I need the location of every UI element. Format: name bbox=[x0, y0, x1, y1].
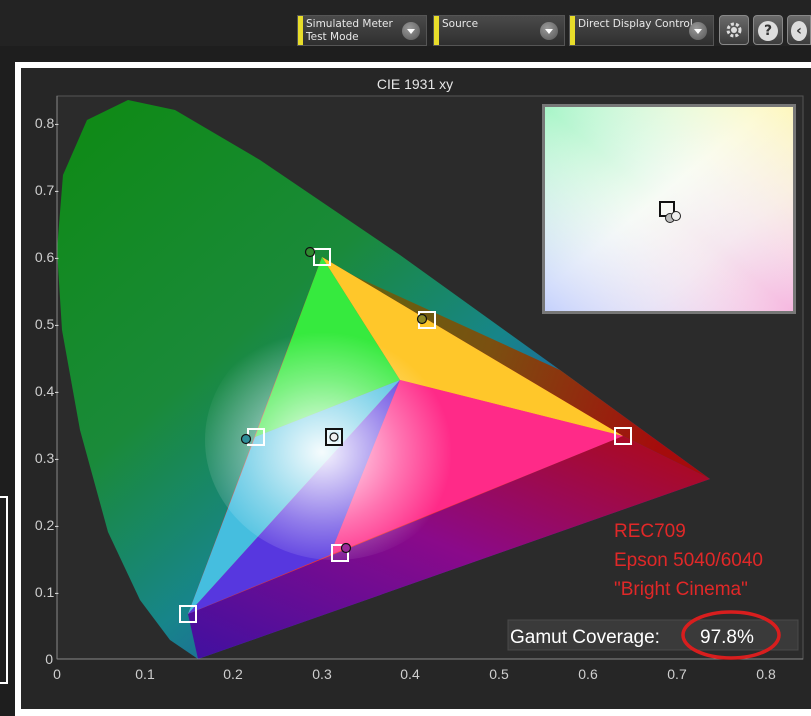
yellow-indicator bbox=[434, 16, 439, 45]
simulated-meter-dropdown[interactable]: Simulated Meter Test Mode bbox=[297, 15, 427, 46]
y-axis: 0 0.1- 0.2- 0.3- 0.4- 0.5- 0.6- 0.7- 0.8… bbox=[35, 96, 59, 667]
back-button[interactable]: ‹ bbox=[787, 15, 811, 45]
x-tick-label: 0.6 bbox=[578, 666, 598, 682]
coverage-label: Gamut Coverage: bbox=[510, 627, 660, 648]
chart-title: CIE 1931 xy bbox=[377, 76, 453, 92]
x-tick-label: 0.1 bbox=[135, 666, 155, 682]
x-axis: 0 0.1 0.2 0.3 0.4 0.5 0.6 0.7 0.8 bbox=[53, 658, 803, 682]
yellow-indicator bbox=[298, 16, 303, 45]
y-tick-label: 0 bbox=[45, 651, 53, 667]
annotation-line-1: REC709 bbox=[614, 521, 686, 542]
x-tick-label: 0.5 bbox=[489, 666, 509, 682]
y-tick-label: 0.8- bbox=[35, 115, 59, 131]
y-tick-label: 0.5- bbox=[35, 316, 59, 332]
left-edge-bracket bbox=[0, 496, 8, 684]
toolbar: Simulated Meter Test Mode Source Direct … bbox=[0, 0, 811, 46]
cie-chart: CIE 1931 xy 0 0.1 0.2 0.3 0.4 0.5 0.6 0.… bbox=[35, 76, 804, 682]
y-tick-label: 0.3- bbox=[35, 450, 59, 466]
settings-button[interactable] bbox=[719, 15, 749, 45]
inset-zoom bbox=[542, 104, 796, 314]
annotation-line-3: "Bright Cinema" bbox=[614, 579, 748, 600]
chevron-down-icon[interactable] bbox=[540, 22, 558, 40]
source-dropdown[interactable]: Source bbox=[433, 15, 565, 46]
gear-icon bbox=[726, 22, 742, 38]
question-icon: ? bbox=[758, 21, 778, 41]
coverage-value: 97.8% bbox=[700, 627, 754, 648]
chevron-left-icon: ‹ bbox=[791, 21, 807, 41]
y-tick-label: 0.7- bbox=[35, 182, 59, 198]
x-tick-label: 0.3 bbox=[312, 666, 332, 682]
x-tick-label: 0 bbox=[53, 666, 61, 682]
y-tick-label: 0.1- bbox=[35, 584, 59, 600]
chevron-down-icon[interactable] bbox=[402, 22, 420, 40]
x-tick-label: 0.4 bbox=[400, 666, 420, 682]
help-button[interactable]: ? bbox=[753, 15, 783, 45]
x-tick-label: 0.2 bbox=[223, 666, 243, 682]
y-tick-label: 0.4- bbox=[35, 383, 59, 399]
yellow-indicator bbox=[570, 16, 575, 45]
y-tick-label: 0.6- bbox=[35, 249, 59, 265]
direct-display-dropdown[interactable]: Direct Display Control bbox=[569, 15, 714, 46]
x-tick-label: 0.8 bbox=[756, 666, 776, 682]
chevron-down-icon[interactable] bbox=[689, 22, 707, 40]
x-tick-label: 0.7 bbox=[667, 666, 687, 682]
annotation-line-2: Epson 5040/6040 bbox=[614, 550, 763, 571]
y-tick-label: 0.2- bbox=[35, 517, 59, 533]
chart-panel: CIE 1931 xy 0 0.1 0.2 0.3 0.4 0.5 0.6 0.… bbox=[21, 68, 811, 709]
